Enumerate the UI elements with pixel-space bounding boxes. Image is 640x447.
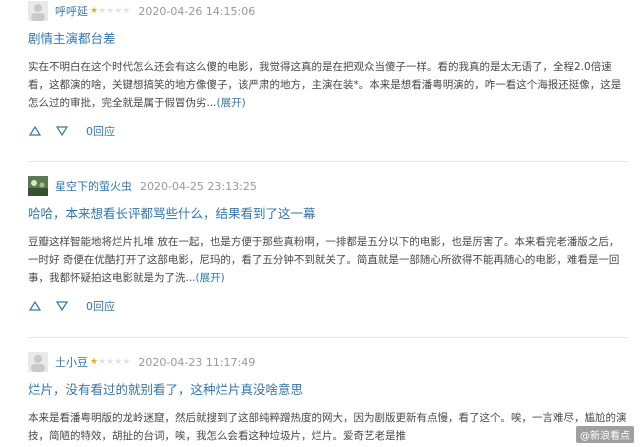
divider xyxy=(28,161,628,162)
review-author[interactable]: 呼呼延 xyxy=(55,3,88,19)
star-filled-icon: ★ xyxy=(90,6,99,16)
review-content: 实在不明白在这个时代怎么还会有这么傻的电影，我觉得这真的是在把观众当傻子一样。看… xyxy=(28,58,628,112)
review-title[interactable]: 哈哈，本来想看长评都骂些什么，结果看到了这一幕 xyxy=(28,205,628,223)
review-actions: 0回应 xyxy=(28,123,630,139)
rating-stars: ★ ★ ★ ★ ★ xyxy=(90,6,130,16)
review-item: 星空下的萤火虫 2020-04-25 23:13:25 哈哈，本来想看长评都骂些… xyxy=(0,175,638,314)
watermark: @新浪看点 xyxy=(576,426,634,443)
avatar[interactable] xyxy=(28,352,48,372)
review-date: 2020-04-23 11:17:49 xyxy=(138,355,256,369)
rating-stars: ★ ★ ★ ★ ★ xyxy=(90,357,130,367)
review-header: 土小豆 ★ ★ ★ ★ ★ 2020-04-23 11:17:49 xyxy=(28,351,628,373)
review-item: 呼呼延 ★ ★ ★ ★ ★ 2020-04-26 14:15:06 剧情主演都台… xyxy=(0,0,640,139)
review-text: 豆瓣这样智能地将烂片扎堆 放在一起，也是方便于那些真粉啊，一排都是五分以下的电影… xyxy=(28,236,620,284)
review-content: 豆瓣这样智能地将烂片扎堆 放在一起，也是方便于那些真粉啊，一排都是五分以下的电影… xyxy=(28,233,628,287)
review-text: 实在不明白在这个时代怎么还会有这么傻的电影，我觉得这真的是在把观众当傻子一样。看… xyxy=(28,61,622,109)
review-author[interactable]: 星空下的萤火虫 xyxy=(55,178,132,194)
star-empty-icon: ★ xyxy=(122,6,131,16)
star-empty-icon: ★ xyxy=(98,357,107,367)
triangle-down-icon[interactable] xyxy=(55,124,69,138)
review-header: 星空下的萤火虫 2020-04-25 23:13:25 xyxy=(28,175,628,197)
star-empty-icon: ★ xyxy=(98,6,107,16)
star-filled-icon: ★ xyxy=(90,357,99,367)
star-empty-icon: ★ xyxy=(106,6,115,16)
triangle-up-icon[interactable] xyxy=(28,124,42,138)
review-title[interactable]: 剧情主演都台差 xyxy=(28,30,630,48)
review-item: 土小豆 ★ ★ ★ ★ ★ 2020-04-23 11:17:49 烂片，没有看… xyxy=(0,351,638,445)
review-content: 本来是看潘粤明版的龙岭迷窟，然后就搜到了这部纯粹蹭热度的网大，因为剧版更新有点慢… xyxy=(28,409,628,445)
review-actions: 0回应 xyxy=(28,298,628,314)
star-empty-icon: ★ xyxy=(114,357,123,367)
review-date: 2020-04-25 23:13:25 xyxy=(140,179,257,193)
divider xyxy=(28,337,628,338)
review-title[interactable]: 烂片，没有看过的就别看了，这种烂片真没啥意思 xyxy=(28,381,628,399)
review-text: 本来是看潘粤明版的龙岭迷窟，然后就搜到了这部纯粹蹭热度的网大，因为剧版更新有点慢… xyxy=(28,412,627,442)
avatar[interactable] xyxy=(28,1,48,21)
review-author[interactable]: 土小豆 xyxy=(55,354,88,370)
reply-count-link[interactable]: 0回应 xyxy=(86,298,115,314)
star-empty-icon: ★ xyxy=(106,357,115,367)
triangle-up-icon[interactable] xyxy=(28,299,42,313)
expand-link[interactable]: (展开) xyxy=(217,97,246,109)
reply-count-link[interactable]: 0回应 xyxy=(86,123,115,139)
avatar[interactable] xyxy=(28,176,48,196)
expand-link[interactable]: (展开) xyxy=(196,272,225,284)
review-date: 2020-04-26 14:15:06 xyxy=(138,4,256,18)
review-header: 呼呼延 ★ ★ ★ ★ ★ 2020-04-26 14:15:06 xyxy=(28,0,630,22)
triangle-down-icon[interactable] xyxy=(55,299,69,313)
star-empty-icon: ★ xyxy=(122,357,131,367)
star-empty-icon: ★ xyxy=(114,6,123,16)
